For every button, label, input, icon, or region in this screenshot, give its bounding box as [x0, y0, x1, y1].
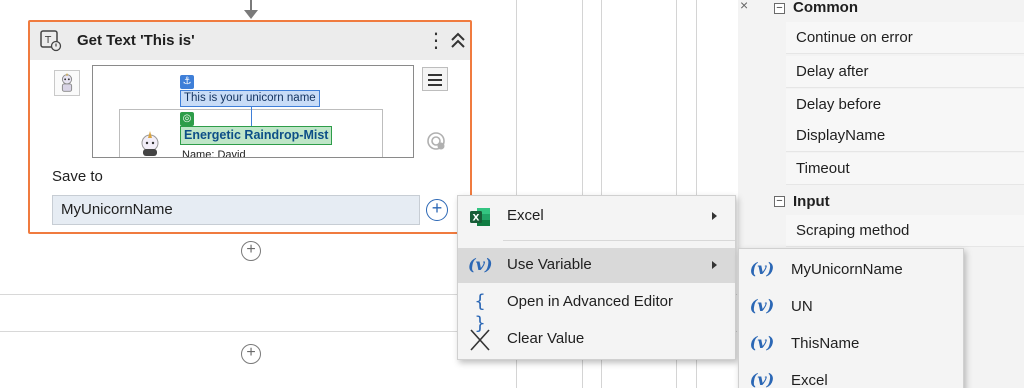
menu-item-open-advanced-editor[interactable]: { } Open in Advanced Editor: [458, 285, 735, 334]
submenu-arrow-icon: [712, 261, 717, 269]
menu-item-label: Use Variable: [507, 256, 592, 273]
collapse-section-icon[interactable]: −: [774, 196, 785, 207]
variable-icon: (v): [749, 333, 775, 352]
get-text-icon: T: [40, 30, 62, 52]
menu-item-use-variable[interactable]: (v) Use Variable: [458, 248, 735, 283]
robot-thumbnail-icon: [54, 70, 80, 96]
menu-item-label: Excel: [507, 207, 544, 224]
section-header-common[interactable]: Common: [793, 0, 858, 16]
submenu-arrow-icon: [712, 212, 717, 220]
property-row-continue-on-error[interactable]: Continue on error: [786, 22, 1024, 54]
variable-icon: (v): [749, 296, 775, 315]
indicate-target-icon[interactable]: [425, 130, 447, 152]
close-icon[interactable]: ×: [740, 0, 748, 13]
screen-preview[interactable]: ⚓ This is your unicorn name ◎ Energetic …: [92, 65, 414, 158]
variable-name: ThisName: [791, 335, 860, 352]
menu-item-label: Clear Value: [507, 330, 585, 347]
menu-separator: [503, 240, 735, 241]
anchor-target-connector: [251, 107, 252, 127]
property-row-delay-before[interactable]: Delay before: [786, 89, 1024, 121]
target-icon: ◎: [180, 112, 194, 126]
svg-text:X: X: [473, 214, 480, 224]
property-row-delay-after[interactable]: Delay after: [786, 56, 1024, 88]
anchor-icon: ⚓: [180, 75, 194, 89]
section-header-input[interactable]: Input: [793, 193, 830, 210]
braces-icon: { }: [474, 291, 486, 334]
svg-text:T: T: [44, 35, 52, 46]
property-row-scraping-method[interactable]: Scraping method: [786, 215, 1024, 247]
variable-icon: (v): [468, 255, 493, 274]
get-text-activity-card[interactable]: T Get Text 'This is' ⋮ ⚓ This is your un…: [28, 20, 472, 234]
menu-icon[interactable]: [422, 67, 448, 91]
preview-text: Name: David: [182, 149, 246, 158]
property-row-timeout[interactable]: Timeout: [786, 153, 1024, 185]
activity-header[interactable]: T Get Text 'This is' ⋮: [30, 22, 470, 60]
add-activity-button[interactable]: +: [241, 241, 261, 261]
more-options-icon[interactable]: ⋮: [426, 29, 446, 53]
variable-name: MyUnicornName: [791, 261, 903, 278]
close-x-icon: [470, 329, 490, 351]
unicorn-avatar-icon: [141, 131, 159, 156]
add-activity-button[interactable]: +: [241, 344, 261, 364]
submenu-item-variable[interactable]: (v) MyUnicornName: [739, 251, 963, 288]
variable-icon: (v): [749, 370, 775, 388]
submenu-item-variable[interactable]: (v) Excel: [739, 362, 963, 388]
target-label: Energetic Raindrop-Mist: [180, 126, 333, 145]
excel-icon: X: [470, 208, 490, 226]
context-menu: X Excel (v) Use Variable { } Open in Adv…: [457, 195, 736, 360]
submenu-item-variable[interactable]: (v) ThisName: [739, 325, 963, 362]
save-to-input[interactable]: MyUnicornName: [52, 195, 420, 225]
variable-name: UN: [791, 298, 813, 315]
flow-arrow-icon: [244, 10, 258, 19]
menu-item-label: Open in Advanced Editor: [507, 293, 673, 310]
variable-icon: (v): [749, 259, 775, 278]
collapse-icon[interactable]: [448, 29, 468, 53]
menu-item-clear-value[interactable]: Clear Value: [458, 322, 735, 357]
property-row-displayname[interactable]: DisplayName: [786, 120, 1024, 152]
variable-name: Excel: [791, 372, 828, 388]
menu-item-excel[interactable]: X Excel: [458, 199, 735, 234]
save-to-label: Save to: [52, 168, 103, 185]
plus-menu-button[interactable]: +: [426, 199, 448, 221]
anchor-label: This is your unicorn name: [180, 90, 320, 107]
collapse-section-icon[interactable]: −: [774, 3, 785, 14]
variable-submenu: (v) MyUnicornName (v) UN (v) ThisName (v…: [738, 248, 964, 388]
submenu-item-variable[interactable]: (v) UN: [739, 288, 963, 325]
activity-title: Get Text 'This is': [77, 32, 195, 49]
